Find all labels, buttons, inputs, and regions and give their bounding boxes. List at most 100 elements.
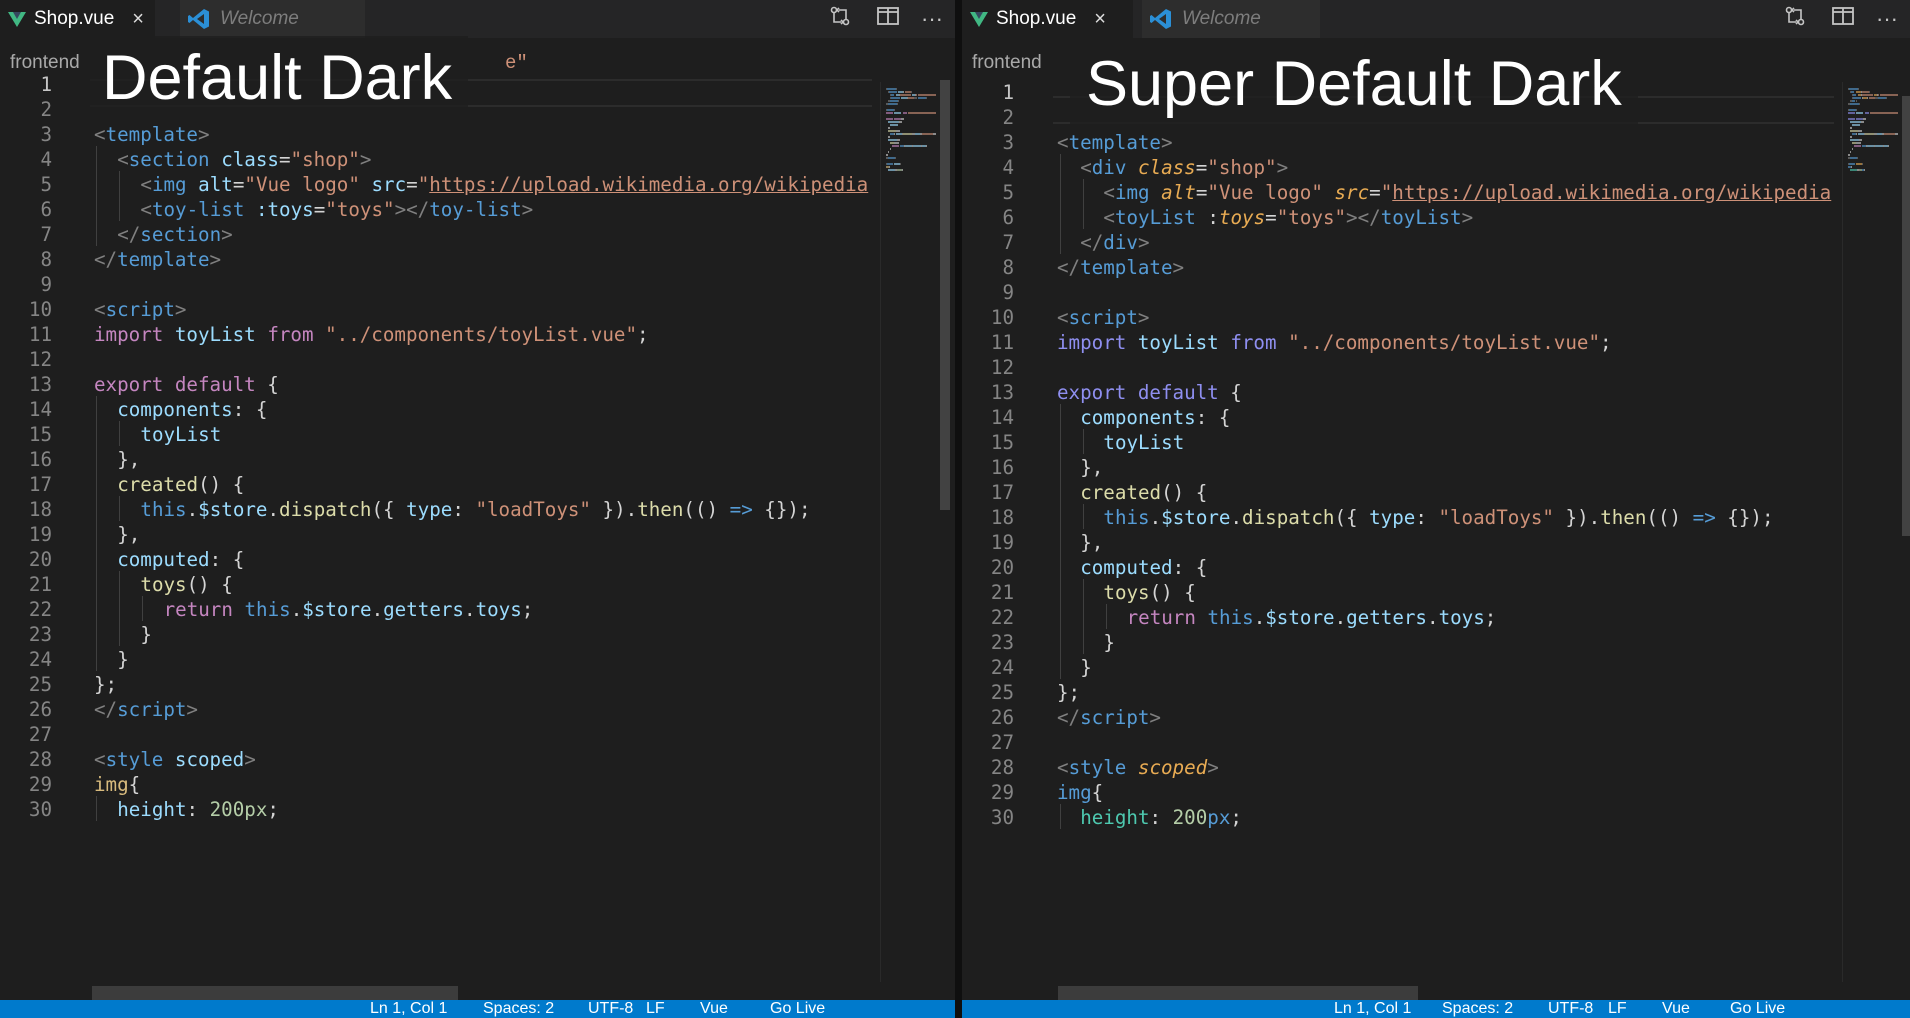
code-line[interactable]: toys() { bbox=[140, 573, 232, 596]
code-line[interactable]: <section class="shop"> bbox=[117, 148, 371, 171]
code-line[interactable]: created() { bbox=[117, 473, 244, 496]
code-line[interactable]: img{ bbox=[1057, 781, 1103, 804]
token: > bbox=[521, 198, 534, 221]
status-position[interactable]: Ln 1, Col 1 bbox=[370, 1000, 447, 1018]
code-editor[interactable]: 1 2 3 <template> 4 <section class="shop"> 5 <im… bbox=[0, 0, 955, 1000]
minimap-token bbox=[1856, 142, 1861, 144]
token: }; bbox=[94, 673, 118, 696]
code-line[interactable]: <toyList :toys="toys"></toyList> bbox=[1103, 206, 1473, 229]
status-golive[interactable]: Go Live bbox=[770, 1000, 825, 1018]
code-line[interactable]: return this.$store.getters.toys; bbox=[164, 598, 534, 621]
indent-guide bbox=[1083, 504, 1085, 529]
code-line[interactable]: <div class="shop"> bbox=[1080, 156, 1288, 179]
code-line[interactable]: }, bbox=[1080, 531, 1103, 554]
code-line[interactable]: <script> bbox=[1057, 306, 1149, 329]
code-line[interactable]: </section> bbox=[117, 223, 233, 246]
status-golive[interactable]: Go Live bbox=[1730, 1000, 1785, 1018]
code-line[interactable]: <toy-list :toys="toys"></toy-list> bbox=[140, 198, 533, 221]
code-line[interactable]: created() { bbox=[1080, 481, 1207, 504]
code-line[interactable]: </div> bbox=[1080, 231, 1149, 254]
code-line[interactable]: <template> bbox=[94, 123, 210, 146]
status-position[interactable]: Ln 1, Col 1 bbox=[1334, 1000, 1411, 1018]
code-line[interactable]: <script> bbox=[94, 298, 186, 321]
status-language[interactable]: Vue bbox=[700, 1000, 728, 1018]
token: created bbox=[1080, 481, 1162, 504]
code-line[interactable]: export default { bbox=[94, 373, 279, 396]
code-line[interactable]: height: 200px; bbox=[1080, 806, 1242, 829]
token: </ bbox=[1057, 256, 1081, 279]
code-line[interactable]: }, bbox=[117, 448, 140, 471]
token: img bbox=[94, 773, 129, 796]
code-line[interactable]: <style scoped> bbox=[1057, 756, 1219, 779]
minimap-token bbox=[1858, 139, 1863, 141]
line-number: 5 bbox=[1002, 181, 1014, 204]
minimap-token bbox=[892, 145, 899, 147]
token: template bbox=[117, 248, 210, 271]
code-line[interactable]: }, bbox=[1080, 456, 1103, 479]
code-editor[interactable]: 1 2 3 <template> 4 <div class="shop"> 5 <img al… bbox=[962, 0, 1910, 1000]
code-line[interactable]: import toyList from "../components/toyLi… bbox=[94, 323, 649, 346]
code-line[interactable]: </script> bbox=[94, 698, 198, 721]
token: > bbox=[209, 248, 222, 271]
token: = bbox=[232, 173, 245, 196]
token: () { bbox=[198, 473, 245, 496]
code-line[interactable]: import toyList from "../components/toyLi… bbox=[1057, 331, 1612, 354]
vertical-scrollbar[interactable] bbox=[940, 80, 950, 510]
code-line[interactable]: </template> bbox=[94, 248, 221, 271]
minimap-token bbox=[888, 151, 890, 153]
indent-guide bbox=[142, 596, 144, 621]
code-line[interactable]: <style scoped> bbox=[94, 748, 256, 771]
token: () { bbox=[186, 573, 233, 596]
line-number: 15 bbox=[28, 423, 52, 446]
token: }, bbox=[1080, 456, 1104, 479]
code-line[interactable]: img{ bbox=[94, 773, 140, 796]
code-line[interactable]: <template> bbox=[1057, 131, 1173, 154]
horizontal-scrollbar[interactable] bbox=[92, 986, 458, 1000]
status-eol[interactable]: LF bbox=[1608, 1000, 1627, 1018]
status-eol[interactable]: LF bbox=[646, 1000, 665, 1018]
token: then bbox=[637, 498, 684, 521]
minimap[interactable] bbox=[886, 82, 946, 182]
code-line[interactable]: toys() { bbox=[1103, 581, 1195, 604]
code-line[interactable]: this.$store.dispatch({ type: "loadToys" … bbox=[140, 498, 810, 521]
vertical-scrollbar[interactable] bbox=[1902, 96, 1910, 536]
code-line[interactable]: computed: { bbox=[117, 548, 244, 571]
code-line[interactable]: </template> bbox=[1057, 256, 1184, 279]
indent-guide bbox=[1083, 604, 1085, 629]
code-line[interactable]: } bbox=[140, 623, 152, 646]
token: }). bbox=[590, 498, 638, 521]
code-line[interactable]: }; bbox=[94, 673, 117, 696]
minimap-token bbox=[902, 169, 904, 171]
status-encoding[interactable]: UTF-8 bbox=[1548, 1000, 1593, 1018]
code-line[interactable]: components: { bbox=[1080, 406, 1230, 429]
code-line[interactable]: </script> bbox=[1057, 706, 1161, 729]
horizontal-scrollbar[interactable] bbox=[1058, 986, 1418, 1000]
code-line[interactable]: this.$store.dispatch({ type: "loadToys" … bbox=[1103, 506, 1773, 529]
status-spaces[interactable]: Spaces: 2 bbox=[1442, 1000, 1513, 1018]
status-spaces[interactable]: Spaces: 2 bbox=[483, 1000, 554, 1018]
code-line[interactable]: components: { bbox=[117, 398, 267, 421]
code-line[interactable]: } bbox=[1080, 656, 1092, 679]
token: default bbox=[1137, 381, 1219, 404]
code-line[interactable]: }; bbox=[1057, 681, 1080, 704]
status-encoding[interactable]: UTF-8 bbox=[588, 1000, 633, 1018]
status-bar[interactable]: Ln 1, Col 1 Spaces: 2 UTF-8 LF Vue Go Live bbox=[0, 1000, 955, 1018]
code-line[interactable]: toyList bbox=[140, 423, 221, 446]
token: import bbox=[94, 323, 164, 346]
status-language[interactable]: Vue bbox=[1662, 1000, 1690, 1018]
code-line[interactable]: <img alt="Vue logo" src="https://upload.… bbox=[140, 173, 868, 196]
code-line[interactable]: } bbox=[1103, 631, 1115, 654]
line-number: 14 bbox=[28, 398, 52, 421]
status-bar[interactable]: Ln 1, Col 1 Spaces: 2 UTF-8 LF Vue Go Live bbox=[962, 1000, 1910, 1018]
code-line[interactable]: }, bbox=[117, 523, 140, 546]
code-line[interactable]: return this.$store.getters.toys; bbox=[1127, 606, 1497, 629]
token: ></ bbox=[1346, 206, 1381, 229]
code-line[interactable]: height: 200px; bbox=[117, 798, 279, 821]
code-line[interactable]: export default { bbox=[1057, 381, 1242, 404]
code-line[interactable]: } bbox=[117, 648, 129, 671]
code-line[interactable]: toyList bbox=[1103, 431, 1184, 454]
minimap[interactable] bbox=[1848, 82, 1908, 182]
minimap-token bbox=[886, 154, 889, 156]
code-line[interactable]: <img alt="Vue logo" src="https://upload.… bbox=[1103, 181, 1831, 204]
code-line[interactable]: computed: { bbox=[1080, 556, 1207, 579]
